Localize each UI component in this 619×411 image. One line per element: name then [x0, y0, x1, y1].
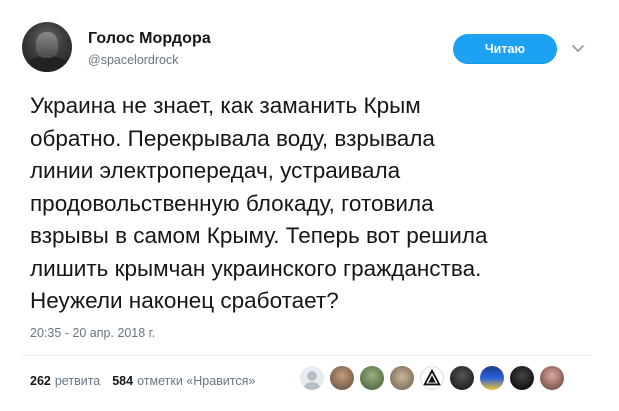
user-avatar-2[interactable]: [330, 366, 354, 390]
profile-avatar[interactable]: [22, 22, 72, 72]
tweet-line: взрывы в самом Крыму. Теперь вот решила: [30, 223, 488, 248]
tweet-text: Украина не знает, как заманить Крым обра…: [30, 90, 610, 318]
display-name[interactable]: Голос Мордора: [88, 30, 211, 48]
user-avatar-3[interactable]: [360, 366, 384, 390]
tweet-line: продовольственную блокаду, готовила: [30, 190, 434, 216]
retweets-count[interactable]: 262: [30, 374, 51, 388]
user-avatar-5[interactable]: [420, 366, 444, 390]
tweet-line: Украина не знает, как заманить Крым: [30, 93, 421, 118]
retweets-label[interactable]: ретвита: [55, 374, 100, 388]
tweet-line: линии электропередач, устраивала: [30, 158, 401, 183]
likes-label[interactable]: отметки «Нравится»: [137, 374, 255, 388]
user-avatar-8[interactable]: [510, 366, 534, 390]
avatar-shoulders: [24, 56, 70, 72]
user-avatar-9[interactable]: [540, 366, 564, 390]
avatar-face: [36, 32, 58, 58]
chevron-down-icon[interactable]: [570, 42, 586, 56]
user-avatar-4[interactable]: [390, 366, 414, 390]
tweet-line: лишить крымчан украинского гражданства.: [30, 255, 482, 281]
user-avatar-1[interactable]: [300, 366, 324, 390]
following-button[interactable]: Читаю: [453, 34, 557, 64]
tweet-stats: 262 ретвита 584 отметки «Нравится»: [30, 374, 255, 388]
liker-avatars: [300, 366, 564, 390]
tweet-line: обратно. Перекрывала воду, взрывала: [30, 125, 435, 151]
tweet-timestamp[interactable]: 20:35 - 20 апр. 2018 г.: [30, 326, 155, 340]
user-avatar-6[interactable]: [450, 366, 474, 390]
tweet-line: Неужели наконец сработает?: [30, 288, 339, 313]
user-avatar-7[interactable]: [480, 366, 504, 390]
likes-count[interactable]: 584: [112, 374, 133, 388]
user-handle[interactable]: @spacelordrock: [88, 53, 179, 67]
divider: [22, 355, 590, 356]
